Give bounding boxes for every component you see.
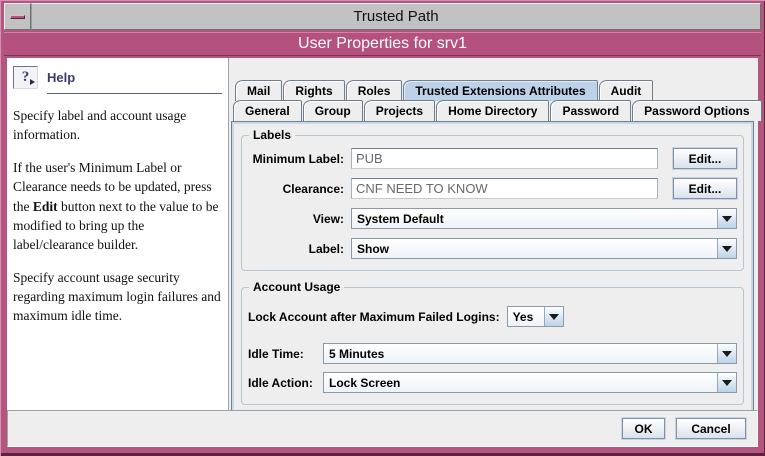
view-label: View: bbox=[248, 212, 344, 226]
minimum-label-value: PUB bbox=[356, 151, 383, 166]
label-select[interactable]: Show bbox=[351, 238, 737, 259]
tab-roles[interactable]: Roles bbox=[346, 80, 403, 101]
clearance-edit-wrap: Edit... bbox=[673, 178, 737, 199]
help-header: ? Help bbox=[13, 66, 222, 89]
idle-action-select[interactable]: Lock Screen bbox=[323, 372, 737, 393]
trusted-path-window: Trusted Path User Properties for srv1 ? … bbox=[0, 0, 765, 456]
dialog-title: User Properties for srv1 bbox=[298, 35, 467, 53]
chevron-down-icon bbox=[722, 380, 732, 386]
tab-general[interactable]: General bbox=[233, 100, 302, 121]
tab-home-directory[interactable]: Home Directory bbox=[436, 100, 549, 121]
chevron-down-icon bbox=[722, 351, 732, 357]
minimum-label-row: Minimum Label: PUB Edit... bbox=[248, 148, 737, 169]
tab-row-1: Mail Rights Roles Trusted Extensions Att… bbox=[231, 80, 754, 101]
idle-time-row: Idle Time: 5 Minutes bbox=[248, 343, 737, 364]
tab-content-pane: Labels Minimum Label: PUB Edit... Cleara… bbox=[231, 121, 754, 418]
lock-account-select[interactable]: Yes bbox=[507, 306, 564, 327]
clearance-row: Clearance: CNF NEED TO KNOW Edit... bbox=[248, 178, 737, 199]
cancel-button[interactable]: Cancel bbox=[676, 418, 746, 439]
lock-account-row: Lock Account after Maximum Failed Logins… bbox=[248, 306, 737, 327]
window-menu-button[interactable] bbox=[4, 3, 31, 30]
help-paragraph-3: Specify account usage security regarding… bbox=[13, 268, 222, 325]
tab-group[interactable]: Group bbox=[303, 100, 363, 121]
help-icon: ? bbox=[13, 66, 38, 89]
dialog-banner: User Properties for srv1 bbox=[4, 32, 761, 56]
tab-rights[interactable]: Rights bbox=[283, 80, 344, 101]
tab-projects[interactable]: Projects bbox=[364, 100, 435, 121]
lock-account-select-value: Yes bbox=[508, 307, 544, 326]
minimum-label-field[interactable]: PUB bbox=[351, 148, 658, 169]
chevron-down-icon bbox=[549, 314, 559, 320]
clearance-edit-button[interactable]: Edit... bbox=[673, 178, 737, 199]
view-select[interactable]: System Default bbox=[351, 208, 737, 229]
minimum-label-label: Minimum Label: bbox=[248, 152, 344, 166]
help-paragraph-2-bold: Edit bbox=[33, 199, 58, 214]
idle-time-select[interactable]: 5 Minutes bbox=[323, 343, 737, 364]
help-paragraph-1: Specify label and account usage informat… bbox=[13, 106, 222, 144]
account-usage-group-title: Account Usage bbox=[249, 280, 344, 294]
label-row: Label: Show bbox=[248, 238, 737, 259]
window-menu-icon bbox=[10, 15, 25, 19]
window-title: Trusted Path bbox=[353, 8, 438, 25]
chevron-down-icon bbox=[722, 216, 732, 222]
tab-row-2: General Group Projects Home Directory Pa… bbox=[231, 100, 754, 121]
lock-account-label: Lock Account after Maximum Failed Logins… bbox=[248, 310, 500, 324]
labels-group-title: Labels bbox=[249, 128, 295, 142]
account-usage-group: Account Usage Lock Account after Maximum… bbox=[241, 287, 744, 405]
help-text: Specify label and account usage informat… bbox=[13, 106, 222, 326]
tab-password[interactable]: Password bbox=[550, 100, 631, 121]
clearance-label: Clearance: bbox=[248, 182, 344, 196]
help-paragraph-2: If the user's Minimum Label or Clearance… bbox=[13, 158, 222, 254]
label-label: Label: bbox=[248, 242, 344, 256]
main-panel: Mail Rights Roles Trusted Extensions Att… bbox=[229, 58, 758, 410]
tab-trusted-extensions-attributes[interactable]: Trusted Extensions Attributes bbox=[403, 80, 597, 101]
idle-time-select-value: 5 Minutes bbox=[324, 344, 717, 363]
clearance-field[interactable]: CNF NEED TO KNOW bbox=[351, 178, 658, 199]
view-select-arrow-button[interactable] bbox=[717, 209, 736, 228]
lock-account-select-arrow-button[interactable] bbox=[544, 307, 563, 326]
help-panel: ? Help Specify label and account usage i… bbox=[7, 58, 229, 410]
dialog-body: ? Help Specify label and account usage i… bbox=[7, 58, 758, 410]
tab-audit[interactable]: Audit bbox=[599, 80, 654, 101]
label-select-arrow-button[interactable] bbox=[717, 239, 736, 258]
labels-group: Labels Minimum Label: PUB Edit... Cleara… bbox=[241, 135, 744, 271]
chevron-down-icon bbox=[722, 246, 732, 252]
idle-action-select-value: Lock Screen bbox=[324, 373, 717, 392]
idle-action-select-arrow-button[interactable] bbox=[717, 373, 736, 392]
help-icon-arrow bbox=[30, 79, 35, 85]
help-divider bbox=[47, 93, 222, 94]
tab-mail[interactable]: Mail bbox=[235, 80, 282, 101]
idle-time-select-arrow-button[interactable] bbox=[717, 344, 736, 363]
tab-password-options[interactable]: Password Options bbox=[632, 100, 761, 121]
minimum-label-edit-wrap: Edit... bbox=[673, 148, 737, 169]
window-titlebar-row: Trusted Path bbox=[4, 3, 761, 30]
window-titlebar[interactable]: Trusted Path bbox=[31, 3, 761, 30]
view-select-value: System Default bbox=[352, 209, 717, 228]
ok-button[interactable]: OK bbox=[622, 418, 665, 439]
idle-time-label: Idle Time: bbox=[248, 347, 318, 361]
idle-action-row: Idle Action: Lock Screen bbox=[248, 372, 737, 393]
help-panel-title: Help bbox=[47, 70, 75, 85]
clearance-value: CNF NEED TO KNOW bbox=[356, 181, 488, 196]
dialog-button-bar: OK Cancel bbox=[7, 410, 758, 447]
view-row: View: System Default bbox=[248, 208, 737, 229]
label-select-value: Show bbox=[352, 239, 717, 258]
idle-action-label: Idle Action: bbox=[248, 376, 318, 390]
minimum-label-edit-button[interactable]: Edit... bbox=[673, 148, 737, 169]
